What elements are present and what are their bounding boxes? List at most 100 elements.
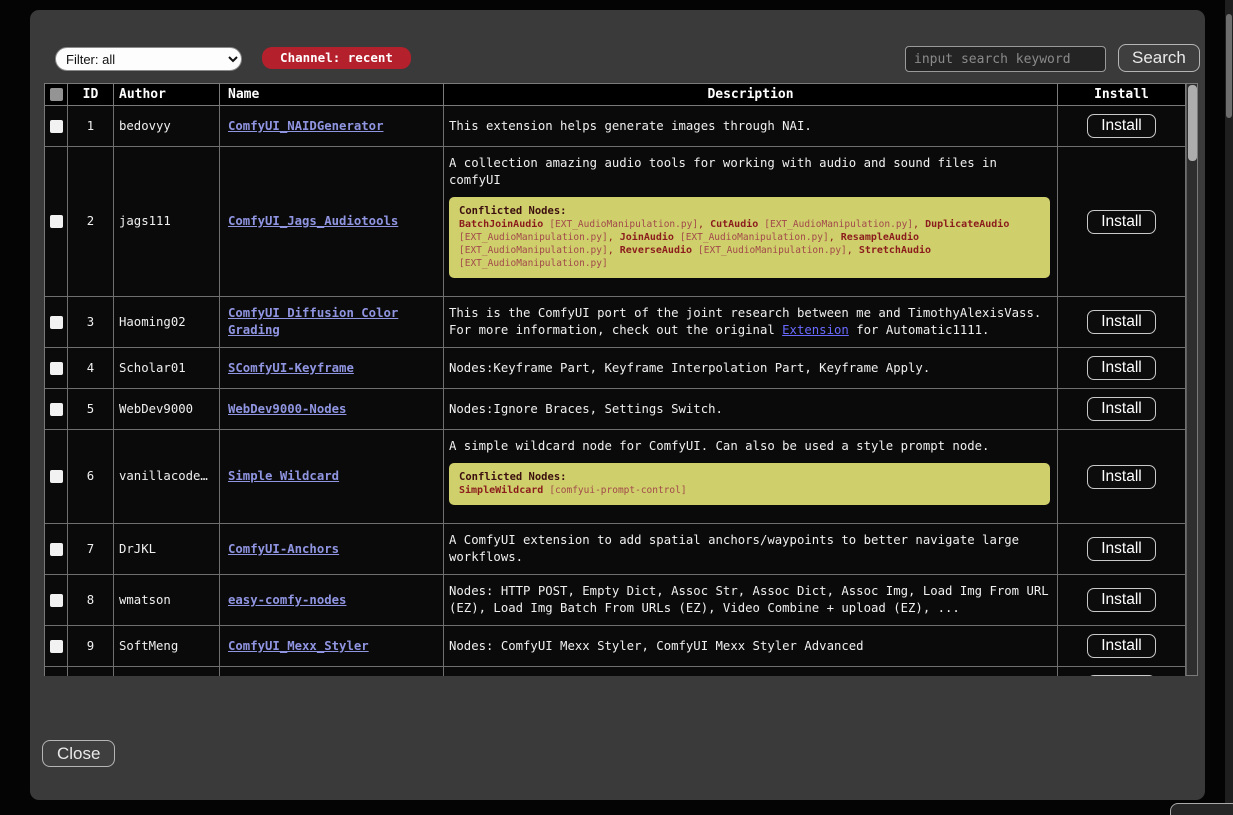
row-id: 5 [68,389,114,429]
description-text: Nodes: HTTP POST, Empty Dict, Assoc Str,… [449,583,1052,617]
install-button[interactable]: Install [1087,537,1156,561]
row-author: vanillacode… [114,430,220,523]
page-scrollbar-thumb[interactable] [1226,14,1232,118]
description-text: A simple wildcard node for ComfyUI. Can … [449,438,1052,455]
node-name-link[interactable]: SComfyUI-Keyframe [228,360,354,377]
conflicted-nodes-box: Conflicted Nodes:BatchJoinAudio [EXT_Aud… [449,197,1050,278]
description-text: Nodes:Ignore Braces, Settings Switch. [449,401,1052,418]
conflicted-node-name: ResampleAudio [841,232,919,243]
conflicted-nodes-box: Conflicted Nodes:SimpleWildcard [comfyui… [449,463,1050,505]
row-checkbox[interactable] [50,362,63,375]
row-install-cell: Install [1058,430,1186,523]
row-checkbox[interactable] [50,215,63,228]
row-description: Nodes:Keyframe Part, Keyframe Interpolat… [444,348,1058,388]
conflicted-node-source: [EXT_AudioManipulation.py] [459,232,608,243]
row-description: A ComfyUI extension to add spatial ancho… [444,524,1058,574]
row-description: Nodes: HTTP POST, Empty Dict, Assoc Str,… [444,575,1058,625]
conflicted-node-name: CutAudio [710,219,758,230]
conflicted-nodes-title: Conflicted Nodes: [459,471,566,483]
header-install: Install [1058,84,1186,105]
filter-select[interactable]: Filter: all [55,47,242,71]
node-name-link[interactable]: ComfyUI_Mexx_Styler [228,638,369,655]
row-id: 6 [68,430,114,523]
row-name-cell: ComfyUI_Mexx_Styler [220,626,444,666]
install-button[interactable]: Install [1087,634,1156,658]
node-name-link[interactable]: ComfyUI_Jags_Audiotools [228,213,398,230]
row-description: A collection amazing audio tools for wor… [444,147,1058,296]
row-author: bedovyy [114,106,220,146]
close-button[interactable]: Close [42,740,115,767]
conflicted-node-name: StretchAudio [859,245,931,256]
install-button[interactable]: Install [1087,310,1156,334]
node-name-link[interactable]: ComfyUI-Anchors [228,541,339,558]
row-install-cell: Install [1058,524,1186,574]
install-button[interactable]: Install [1087,114,1156,138]
row-id: 2 [68,147,114,296]
row-select-cell [45,348,68,388]
page-scrollbar[interactable] [1225,0,1233,815]
install-button[interactable]: Install [1087,210,1156,234]
node-name-link[interactable]: ComfyUI Diffusion Color Grading [228,305,439,339]
row-id: 7 [68,524,114,574]
header-id: ID [68,84,114,105]
row-install-cell: Install [1058,626,1186,666]
conflicted-nodes-title: Conflicted Nodes: [459,205,566,217]
install-button[interactable]: Install [1087,397,1156,421]
row-checkbox[interactable] [50,403,63,416]
table-row: 8wmatsoneasy-comfy-nodesNodes: HTTP POST… [45,575,1186,626]
install-button[interactable]: Install [1087,675,1156,676]
row-checkbox[interactable] [50,470,63,483]
conflicted-node-source: [EXT_AudioManipulation.py] [764,219,913,230]
row-install-cell: Install [1058,147,1186,296]
table-scrollbar[interactable] [1186,84,1197,675]
row-author: SoftMeng [114,626,220,666]
row-id: 9 [68,626,114,666]
row-install-cell: Install [1058,297,1186,347]
description-text: A collection amazing audio tools for wor… [449,155,1052,189]
description-text: Nodes:Keyframe Part, Keyframe Interpolat… [449,360,1052,377]
row-install-cell: Install [1058,575,1186,625]
install-button[interactable]: Install [1087,588,1156,612]
install-button[interactable]: Install [1087,465,1156,489]
row-description: This is the ComfyUI port of the joint re… [444,297,1058,347]
partial-button[interactable] [1170,803,1233,815]
row-install-cell: Install [1058,667,1186,676]
table-header: ID Author Name Description Install [45,84,1186,106]
header-name: Name [220,84,444,105]
row-checkbox[interactable] [50,543,63,556]
row-id: 3 [68,297,114,347]
row-author: jags111 [114,147,220,296]
node-name-link[interactable]: easy-comfy-nodes [228,592,346,609]
row-author: wmatson [114,575,220,625]
header-author: Author [114,84,220,105]
node-name-link[interactable]: ComfyUI_NAIDGenerator [228,118,383,135]
row-name-cell: Simple Wildcard [220,430,444,523]
select-all-checkbox[interactable] [50,88,63,101]
node-name-link[interactable]: WebDev9000-Nodes [228,401,346,418]
search-input[interactable] [905,46,1106,72]
table-scrollbar-thumb[interactable] [1188,85,1197,161]
row-checkbox[interactable] [50,120,63,133]
row-checkbox[interactable] [50,640,63,653]
conflicted-node-source: [EXT_AudioManipulation.py] [698,245,847,256]
row-checkbox[interactable] [50,594,63,607]
conflicted-node-name: JoinAudio [620,232,674,243]
description-text: This is the ComfyUI port of the joint re… [449,305,1052,339]
table-row: 5WebDev9000WebDev9000-NodesNodes:Ignore … [45,389,1186,430]
install-button[interactable]: Install [1087,356,1156,380]
row-id: 1 [68,106,114,146]
row-name-cell: WebDev9000-Nodes [220,389,444,429]
row-checkbox[interactable] [50,316,63,329]
row-id: 4 [68,348,114,388]
header-description: Description [444,84,1058,105]
conflicted-node-source: [EXT_AudioManipulation.py] [549,219,698,230]
row-select-cell [45,389,68,429]
search-button[interactable]: Search [1118,44,1200,72]
row-name-cell: ComfyUI-Anchors [220,524,444,574]
table-row: 3Haoming02ComfyUI Diffusion Color Gradin… [45,297,1186,348]
row-select-cell [45,575,68,625]
description-link[interactable]: Extension [782,323,849,337]
node-name-link[interactable]: Simple Wildcard [228,468,339,485]
header-select-cell [45,84,68,105]
row-install-cell: Install [1058,389,1186,429]
